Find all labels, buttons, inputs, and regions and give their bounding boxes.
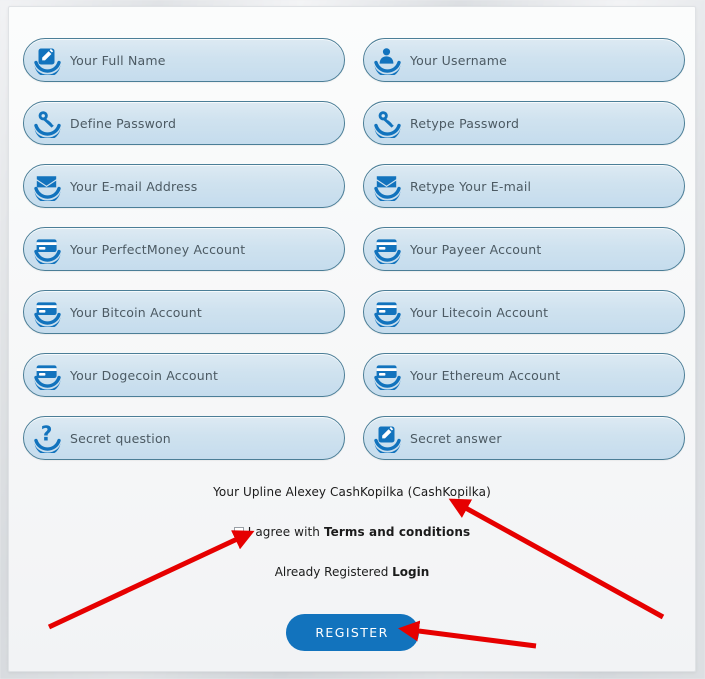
svg-text:?: ? <box>41 423 53 446</box>
envelope-icon <box>364 164 410 208</box>
register-button-wrap: REGISTER <box>9 614 695 651</box>
input-define-password[interactable]: Define Password <box>23 101 345 145</box>
arrow-to-upline-text <box>448 498 665 620</box>
login-link[interactable]: Login <box>392 565 429 579</box>
pencil-square-icon <box>364 416 410 460</box>
field-row: Your PerfectMoney Account Your Payeer Acc… <box>23 227 685 271</box>
input-placeholder: Your Bitcoin Account <box>70 304 202 320</box>
key-icon <box>364 101 410 145</box>
credit-card-icon <box>24 353 70 397</box>
terms-agreement-label: I agree with Terms and conditions <box>248 525 470 539</box>
credit-card-icon <box>24 227 70 271</box>
input-placeholder: Your Litecoin Account <box>410 304 549 320</box>
envelope-icon <box>24 164 70 208</box>
terms-checkbox[interactable] <box>233 527 244 537</box>
input-secret-question[interactable]: ? Secret question <box>23 416 345 460</box>
terms-and-conditions-link[interactable]: Terms and conditions <box>324 525 470 539</box>
input-placeholder: Your Payeer Account <box>410 241 542 257</box>
input-placeholder: Your E-mail Address <box>70 178 198 194</box>
input-your-bitcoin-account[interactable]: Your Bitcoin Account <box>23 290 345 334</box>
pencil-square-icon <box>24 38 70 82</box>
input-placeholder: Your Dogecoin Account <box>70 367 219 383</box>
field-row: Your E-mail Address Retype Your E-mail <box>23 164 685 208</box>
input-placeholder: Your Username <box>410 52 507 68</box>
input-your-ethereum-account[interactable]: Your Ethereum Account <box>363 353 685 397</box>
input-placeholder: Retype Your E-mail <box>410 178 532 194</box>
input-placeholder: Define Password <box>70 115 177 131</box>
field-row: Your Full Name Your Username <box>23 38 685 82</box>
credit-card-icon <box>24 290 70 334</box>
field-row: ? Secret question Secret answer <box>23 416 685 460</box>
registration-card: Your Full Name Your Username Define Passwo… <box>8 6 696 672</box>
credit-card-icon <box>364 353 410 397</box>
key-icon <box>24 101 70 145</box>
input-retype-your-e-mail[interactable]: Retype Your E-mail <box>363 164 685 208</box>
input-your-full-name[interactable]: Your Full Name <box>23 38 345 82</box>
registration-form: Your Full Name Your Username Define Passwo… <box>23 38 685 479</box>
field-row: Define Password Retype Password <box>23 101 685 145</box>
field-row: Your Dogecoin Account Your Ethereum Accou… <box>23 353 685 397</box>
terms-agreement-row: I agree with Terms and conditions <box>9 525 695 539</box>
upline-text: Your Upline Alexey CashKopilka (CashKopi… <box>213 485 491 499</box>
already-registered-row: Already Registered Login <box>9 565 695 579</box>
arrow-to-checkbox <box>47 530 255 630</box>
input-placeholder: Secret question <box>70 430 171 446</box>
already-registered-prefix: Already Registered <box>274 565 393 579</box>
user-icon <box>364 38 410 82</box>
register-button[interactable]: REGISTER <box>285 614 419 651</box>
input-secret-answer[interactable]: Secret answer <box>363 416 685 460</box>
credit-card-icon <box>364 227 410 271</box>
question-mark-icon: ? <box>24 416 70 460</box>
field-row: Your Bitcoin Account Your Litecoin Accoun… <box>23 290 685 334</box>
input-your-dogecoin-account[interactable]: Your Dogecoin Account <box>23 353 345 397</box>
terms-agreement-prefix: I agree with <box>247 525 324 539</box>
credit-card-icon <box>364 290 410 334</box>
input-retype-password[interactable]: Retype Password <box>363 101 685 145</box>
input-placeholder: Your PerfectMoney Account <box>70 241 246 257</box>
input-placeholder: Your Full Name <box>70 52 166 68</box>
input-placeholder: Your Ethereum Account <box>410 367 561 383</box>
input-your-litecoin-account[interactable]: Your Litecoin Account <box>363 290 685 334</box>
input-your-username[interactable]: Your Username <box>363 38 685 82</box>
input-placeholder: Retype Password <box>410 115 520 131</box>
input-your-perfectmoney-account[interactable]: Your PerfectMoney Account <box>23 227 345 271</box>
input-your-payeer-account[interactable]: Your Payeer Account <box>363 227 685 271</box>
input-your-e-mail-address[interactable]: Your E-mail Address <box>23 164 345 208</box>
input-placeholder: Secret answer <box>410 430 502 446</box>
